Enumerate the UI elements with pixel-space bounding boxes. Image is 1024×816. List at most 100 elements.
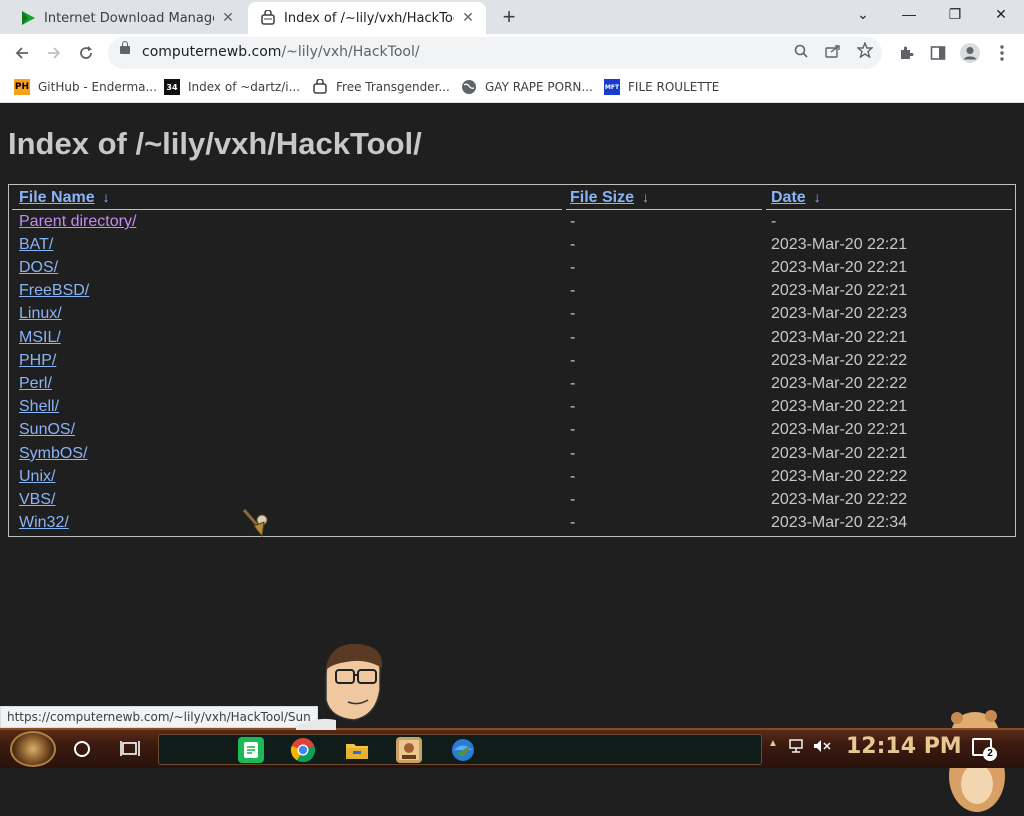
header-divider (766, 209, 1012, 210)
bookmark-item[interactable]: 34 Index of ~dartz/i... (164, 77, 300, 97)
new-tab-button[interactable]: + (496, 5, 522, 31)
taskbar-clock[interactable]: 12:14 PM (846, 734, 962, 759)
directory-link[interactable]: FreeBSD/ (19, 282, 89, 300)
date-cell: 2023-Mar-20 22:21 (771, 329, 908, 346)
task-view-icon[interactable] (120, 740, 140, 758)
minimize-button[interactable]: — (886, 0, 932, 30)
notification-count-badge: 2 (983, 747, 997, 761)
parent-directory-link[interactable]: Parent directory/ (19, 213, 136, 231)
directory-link[interactable]: Win32/ (19, 514, 69, 532)
date-cell: 2023-Mar-20 22:21 (771, 421, 908, 438)
directory-link[interactable]: VBS/ (19, 491, 55, 509)
lock-icon[interactable] (120, 41, 130, 54)
address-bar[interactable]: computernewb.com/~lily/vxh/HackTool/ (108, 37, 882, 69)
table-row: VBS/ - 2023-Mar-20 22:22 (9, 491, 1015, 514)
page-title: Index of /~lily/vxh/HackTool/ (8, 126, 422, 161)
close-window-button[interactable]: ✕ (978, 0, 1024, 30)
file-size-cell: - (570, 352, 576, 369)
tab-label: Internet Download Manager: T (44, 10, 214, 26)
file-size-cell: - (570, 259, 576, 276)
directory-link[interactable]: Linux/ (19, 305, 62, 323)
bookmarks-bar: PH GitHub - Enderma... 34 Index of ~dart… (0, 72, 1024, 103)
menu-kebab-icon[interactable] (990, 41, 1014, 65)
sort-arrow-icon: ↓ (102, 189, 110, 205)
directory-link[interactable]: Unix/ (19, 468, 55, 486)
file-size-cell: - (570, 305, 576, 322)
side-panel-icon[interactable] (926, 41, 950, 65)
column-header-label: File Name (19, 189, 95, 206)
date-cell: 2023-Mar-20 22:23 (771, 305, 908, 322)
extensions-puzzle-icon[interactable] (894, 41, 918, 65)
network-icon[interactable] (788, 738, 806, 757)
file-explorer-icon[interactable] (344, 737, 370, 763)
directory-link[interactable]: Perl/ (19, 375, 52, 393)
directory-link[interactable]: DOS/ (19, 259, 58, 277)
start-button[interactable] (10, 731, 56, 767)
directory-link[interactable]: PHP/ (19, 352, 56, 370)
file-favicon-icon: MFT (604, 79, 620, 95)
date-cell: 2023-Mar-20 22:21 (771, 445, 908, 462)
grid-favicon-icon: 34 (164, 79, 180, 95)
file-size-cell: - (570, 213, 576, 230)
directory-link[interactable]: MSIL/ (19, 329, 61, 347)
date-cell: 2023-Mar-20 22:22 (771, 375, 908, 392)
column-header-date[interactable]: Date ↓ (771, 189, 821, 207)
pornhub-favicon-icon: PH (14, 79, 30, 95)
date-cell: 2023-Mar-20 22:22 (771, 468, 908, 485)
url-host: computernewb.com (142, 44, 282, 60)
page-content: Index of /~lily/vxh/HackTool/ File Name ↓… (0, 104, 1024, 812)
search-icon[interactable] (790, 42, 812, 64)
directory-link[interactable]: Shell/ (19, 398, 59, 416)
profile-avatar-icon[interactable] (958, 41, 982, 65)
custom-cursor-icon (242, 509, 268, 538)
file-size-cell: - (570, 329, 576, 346)
tab-search-icon[interactable]: ⌄ (840, 0, 886, 30)
bookmark-star-icon[interactable] (854, 41, 876, 64)
table-row: Parent directory/ - - (9, 213, 1015, 236)
directory-link[interactable]: SunOS/ (19, 421, 75, 439)
browser-toolbar: computernewb.com/~lily/vxh/HackTool/ (0, 34, 1024, 72)
file-size-cell: - (570, 375, 576, 392)
bookmark-item[interactable]: PH GitHub - Enderma... (14, 77, 157, 97)
back-button[interactable] (8, 39, 36, 67)
forward-button[interactable] (40, 39, 68, 67)
tab-index-hacktool[interactable]: Index of /~lily/vxh/HackTool/ ✕ (248, 2, 486, 34)
search-cortana-icon[interactable] (74, 741, 90, 757)
cartoon-character-icon (296, 643, 383, 730)
table-row: Shell/ - 2023-Mar-20 22:21 (9, 398, 1015, 421)
column-header-file-name[interactable]: File Name ↓ (19, 189, 110, 207)
browser-app-icon[interactable] (396, 737, 422, 763)
table-row: Unix/ - 2023-Mar-20 22:22 (9, 468, 1015, 491)
tab-close-icon[interactable]: ✕ (460, 10, 476, 26)
chrome-icon[interactable] (290, 737, 316, 763)
reload-button[interactable] (72, 39, 100, 67)
bookmark-label: FILE ROULETTE (628, 80, 720, 94)
tab-close-icon[interactable]: ✕ (220, 10, 236, 26)
bookmark-item[interactable]: GAY RAPE PORN... (461, 77, 593, 97)
tab-label: Index of /~lily/vxh/HackTool/ (284, 10, 454, 26)
tray-overflow-icon[interactable]: ▲ (768, 738, 778, 749)
back-arrow-icon (15, 47, 28, 59)
tab-idm[interactable]: Internet Download Manager: T ✕ (8, 2, 246, 34)
column-header-file-size[interactable]: File Size ↓ (570, 189, 649, 207)
file-size-cell: - (570, 514, 576, 531)
sort-arrow-icon: ↓ (813, 189, 821, 205)
file-size-cell: - (570, 468, 576, 485)
notes-app-icon[interactable] (238, 737, 264, 763)
idm-icon[interactable] (450, 737, 476, 763)
table-row: FreeBSD/ - 2023-Mar-20 22:21 (9, 282, 1015, 305)
table-row: SymbOS/ - 2023-Mar-20 22:21 (9, 445, 1015, 468)
column-header-label: Date (771, 189, 806, 206)
volume-muted-icon[interactable] (812, 738, 832, 757)
url-text[interactable]: computernewb.com/~lily/vxh/HackTool/ (142, 44, 420, 60)
bookmark-item[interactable]: MFT FILE ROULETTE (604, 77, 719, 97)
header-divider (12, 209, 562, 210)
file-listing-table: File Name ↓ File Size ↓ Date ↓ Parent direc… (8, 184, 1016, 537)
bookmark-item[interactable]: Free Transgender... (312, 77, 450, 97)
restore-button[interactable]: ❐ (932, 0, 978, 30)
table-row: SunOS/ - 2023-Mar-20 22:21 (9, 421, 1015, 444)
directory-link[interactable]: BAT/ (19, 236, 53, 254)
directory-link[interactable]: SymbOS/ (19, 445, 87, 463)
share-icon[interactable] (822, 42, 844, 64)
file-size-cell: - (570, 398, 576, 415)
